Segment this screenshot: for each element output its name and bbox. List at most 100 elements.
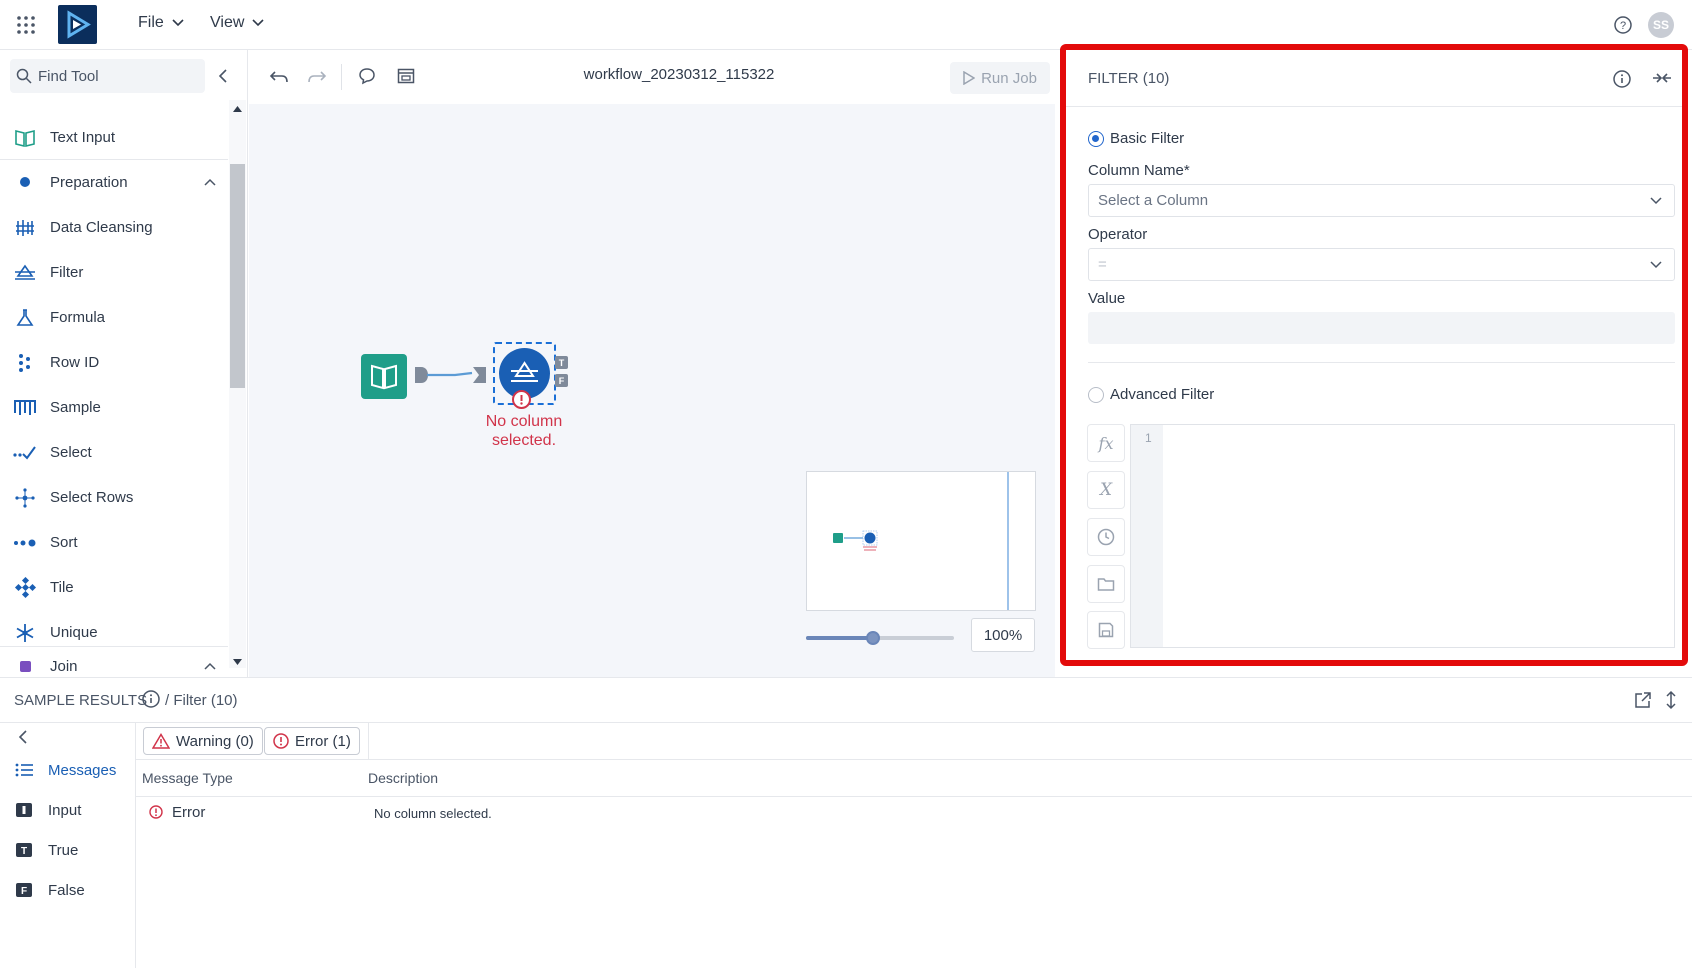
- sample-results-panel: SAMPLE RESULTS / Filter (10) Messages In…: [0, 677, 1692, 968]
- scroll-up-arrow[interactable]: [233, 106, 242, 112]
- variable-button[interactable]: X: [1087, 471, 1125, 509]
- folder-icon: [1097, 578, 1115, 591]
- results-nav-messages[interactable]: Messages: [0, 750, 135, 790]
- minimap-preview: [833, 530, 878, 551]
- chevron-up-icon: [204, 178, 216, 186]
- category-preparation[interactable]: Preparation: [0, 160, 228, 204]
- info-icon[interactable]: [1613, 70, 1631, 88]
- canvas-toolbar: workflow_20230312_115322: [249, 50, 1055, 104]
- app-logo[interactable]: [58, 5, 97, 44]
- resize-panel-icon[interactable]: [1665, 690, 1677, 710]
- comment-icon[interactable]: [358, 67, 376, 85]
- basic-filter-radio[interactable]: [1088, 131, 1104, 147]
- column-header-message-type: Message Type: [142, 770, 233, 786]
- advanced-filter-label: Advanced Filter: [1110, 386, 1215, 403]
- node-error-icon: [512, 390, 531, 409]
- error-icon: [149, 805, 163, 819]
- tool-data-cleansing[interactable]: Data Cleansing: [0, 205, 228, 250]
- text-input-node[interactable]: [361, 354, 407, 399]
- recent-button[interactable]: [1087, 518, 1125, 556]
- tool-text-input[interactable]: Text Input: [0, 115, 228, 160]
- results-title: SAMPLE RESULTS: [14, 692, 148, 709]
- tile-icon: [0, 576, 50, 599]
- sample-icon: [0, 399, 50, 417]
- undo-icon[interactable]: [269, 70, 289, 84]
- value-input[interactable]: [1088, 312, 1675, 344]
- category-dot-icon: [0, 176, 50, 188]
- select-rows-icon: [0, 487, 50, 509]
- tool-row-id[interactable]: Row ID: [0, 340, 228, 385]
- input-anchor[interactable]: [473, 366, 487, 384]
- operator-select[interactable]: =: [1088, 248, 1675, 281]
- results-nav-true[interactable]: T True: [0, 830, 135, 870]
- workflow-canvas[interactable]: T F No column selected. 100%: [249, 104, 1055, 677]
- fx-function-button[interactable]: fx: [1087, 424, 1125, 462]
- false-anchor-icon: F: [0, 883, 48, 897]
- search-icon: [16, 68, 32, 84]
- app-grid-icon[interactable]: [16, 15, 36, 35]
- table-row[interactable]: Error No column selected.: [136, 797, 1692, 831]
- tool-tile[interactable]: Tile: [0, 565, 228, 610]
- value-label: Value: [1088, 290, 1126, 307]
- tool-filter[interactable]: Filter: [0, 250, 228, 295]
- true-anchor-icon: T: [0, 843, 48, 857]
- expression-editor[interactable]: 1: [1130, 424, 1675, 648]
- container-icon[interactable]: [397, 67, 415, 85]
- warning-filter-chip[interactable]: Warning (0): [143, 727, 263, 755]
- results-info-icon[interactable]: [142, 690, 160, 708]
- run-job-button[interactable]: Run Job: [950, 62, 1050, 94]
- zoom-slider-thumb[interactable]: [865, 631, 880, 645]
- chevron-down-icon: [252, 19, 264, 27]
- unique-snowflake-icon: [0, 623, 50, 643]
- zoom-slider[interactable]: [806, 631, 954, 645]
- book-icon: [0, 129, 50, 147]
- palette-scroll-thumb[interactable]: [230, 164, 245, 388]
- save-expression-button[interactable]: [1087, 611, 1125, 649]
- row-message-type: Error: [172, 804, 206, 821]
- column-name-label: Column Name*: [1088, 162, 1190, 179]
- true-anchor[interactable]: T: [555, 356, 568, 369]
- results-nav-input[interactable]: Input: [0, 790, 135, 830]
- formula-flask-icon: [0, 308, 50, 328]
- tool-select-rows[interactable]: Select Rows: [0, 475, 228, 520]
- user-avatar[interactable]: SS: [1648, 12, 1674, 38]
- svg-text:T: T: [21, 846, 27, 857]
- zoom-slider-fill: [806, 636, 873, 640]
- help-icon[interactable]: ?: [1614, 16, 1632, 34]
- tool-formula[interactable]: Formula: [0, 295, 228, 340]
- minimap[interactable]: [806, 471, 1036, 611]
- false-anchor[interactable]: F: [555, 374, 568, 387]
- open-external-icon[interactable]: [1634, 691, 1652, 709]
- tool-sample[interactable]: Sample: [0, 385, 228, 430]
- results-breadcrumb: / Filter (10): [165, 692, 238, 709]
- redo-icon[interactable]: [307, 70, 327, 84]
- row-id-icon: [0, 353, 50, 373]
- tool-sort[interactable]: Sort: [0, 520, 228, 565]
- find-tool-search[interactable]: Find Tool: [10, 59, 205, 93]
- clock-icon: [1097, 528, 1115, 546]
- menu-view[interactable]: View: [210, 14, 264, 32]
- select-check-icon: [0, 445, 50, 461]
- fx-icon: fx: [1098, 433, 1114, 453]
- chevron-down-icon: [172, 19, 184, 27]
- chevron-up-icon: [204, 662, 216, 670]
- input-anchor-icon: [0, 803, 48, 817]
- error-filter-chip[interactable]: Error (1): [264, 727, 360, 755]
- collapse-palette-icon[interactable]: [218, 69, 228, 83]
- scroll-down-arrow[interactable]: [233, 659, 242, 665]
- menu-file[interactable]: File: [138, 14, 184, 32]
- zoom-level-input[interactable]: 100%: [971, 618, 1035, 652]
- open-expression-button[interactable]: [1087, 565, 1125, 603]
- category-join[interactable]: Join: [0, 646, 228, 677]
- search-placeholder: Find Tool: [38, 67, 99, 85]
- results-back-icon[interactable]: [18, 730, 28, 744]
- advanced-filter-radio[interactable]: [1088, 387, 1104, 403]
- results-nav-false[interactable]: F False: [0, 870, 135, 910]
- column-name-select[interactable]: Select a Column: [1088, 184, 1675, 217]
- collapse-panel-icon[interactable]: [1652, 71, 1672, 85]
- workflow-title[interactable]: workflow_20230312_115322: [499, 66, 859, 83]
- column-header-description: Description: [368, 770, 439, 786]
- data-cleansing-icon: [0, 218, 50, 238]
- tool-select[interactable]: Select: [0, 430, 228, 475]
- x-variable-icon: X: [1099, 480, 1113, 500]
